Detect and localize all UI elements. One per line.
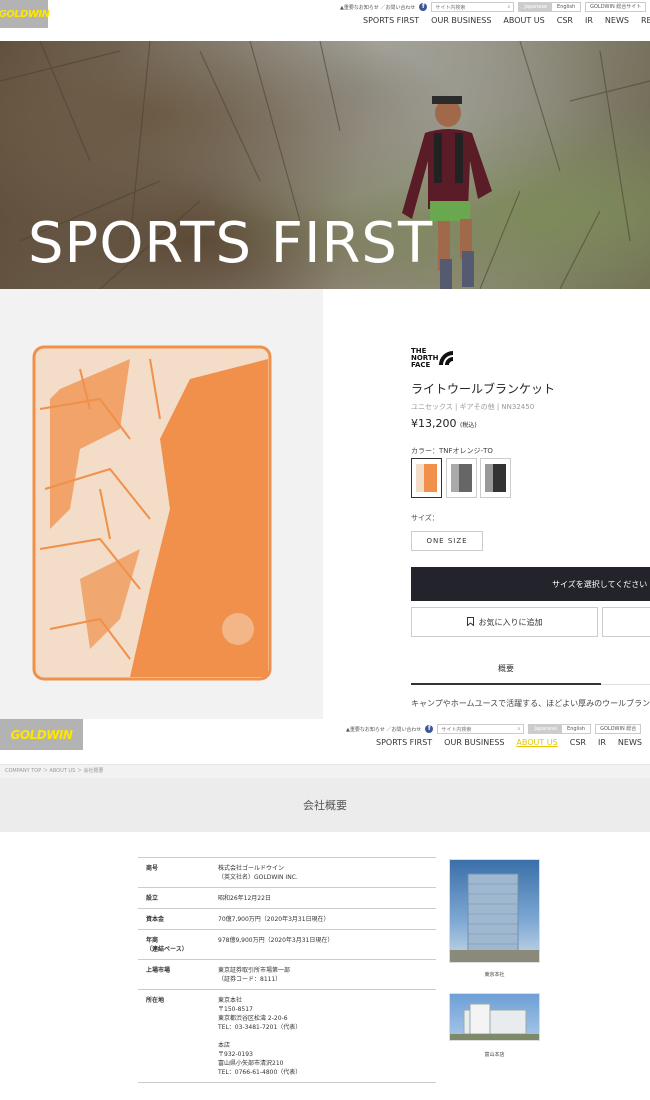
hero-banner: SPORTS FIRST [0, 41, 650, 289]
nav-about-us[interactable]: ABOUT US [503, 16, 544, 25]
favorite-label: お気に入りに追加 [478, 617, 543, 627]
goldwin-logo[interactable]: GOLDWIN [0, 0, 50, 28]
favorite-button[interactable]: お気に入りに追加 [411, 607, 598, 637]
info-value: 70億7,900万円（2020年3月31日現在） [218, 908, 436, 930]
product-meta: ユニセックス | ギアその他 | NN32450 [411, 403, 535, 411]
search-placeholder: サイト内検索 [435, 4, 466, 11]
nav2-about-us[interactable]: ABOUT US [516, 738, 557, 747]
tokyo-building-drawing [450, 873, 539, 962]
size-label: サイズ： [411, 514, 439, 522]
facebook-icon-2[interactable]: f [425, 725, 434, 733]
swatch-black-thumb [485, 464, 506, 492]
info-row: 設立 昭和26年12月22日 [138, 887, 436, 909]
search-input[interactable]: サイト内検索 ⌕ [431, 2, 515, 12]
facebook-icon[interactable]: f [419, 3, 428, 11]
info-row: 所在地 東京本社 〒150-8517 東京都渋谷区松濤 2-20-6 TEL：03… [138, 989, 436, 1083]
notice-contact-links[interactable]: ▲重要なお知らせ ／お問い合わせ [340, 4, 415, 11]
site-header: GOLDWIN ▲重要なお知らせ ／お問い合わせ f サイト内検索 ⌕ Japa… [0, 0, 650, 41]
color-label: カラー：TNFオレンジ-TO [411, 447, 493, 455]
info-key: 設立 [138, 887, 218, 909]
info-value: 昭和26年12月22日 [218, 887, 436, 909]
goldwin-logo-2[interactable]: GOLDWIN [0, 719, 83, 750]
utility-bar: ▲重要なお知らせ ／お問い合わせ f サイト内検索 ⌕ Japanese Eng… [340, 2, 647, 12]
info-row: 年商 （連結ベース） 978億9,900万円（2020年3月31日現在） [138, 929, 436, 960]
info-value: 東京本社 〒150-8517 東京都渋谷区松濤 2-20-6 TEL：03-34… [218, 989, 436, 1083]
info-value: 株式会社ゴールドウイン （英文社名）GOLDWIN INC. [218, 857, 436, 888]
lang-japanese-2[interactable]: Japanese [529, 725, 563, 733]
product-price: ¥13,200 (税込) [411, 417, 477, 430]
info-key: 資本金 [138, 908, 218, 930]
brand-line-3: FACE [411, 361, 431, 369]
tokyo-office-photo [449, 859, 540, 963]
breadcrumb[interactable]: COMPANY TOP ＞ ABOUT US ＞ 会社概要 [0, 764, 650, 778]
toyama-office-caption: 富山本店 [484, 1052, 505, 1058]
hero-title: SPORTS FIRST [28, 211, 434, 276]
toyama-office-photo [449, 993, 540, 1041]
add-to-cart-button[interactable]: サイズを選択してください [411, 567, 650, 601]
nav-our-business[interactable]: OUR BUSINESS [431, 16, 491, 25]
secondary-action-button[interactable] [602, 607, 650, 637]
tab-overview[interactable]: 概要 [411, 660, 601, 685]
nav-news[interactable]: NEWS [605, 16, 629, 25]
nav-csr[interactable]: CSR [557, 16, 573, 25]
language-switch: Japanese English [518, 2, 582, 12]
goldwin-site-link[interactable]: GOLDWIN 総合サイト [585, 2, 647, 12]
bookmark-icon [466, 616, 474, 628]
info-key: 商号 [138, 857, 218, 888]
blanket-image [32, 345, 272, 681]
product-image-panel [0, 289, 323, 719]
info-key: 所在地 [138, 989, 218, 1083]
utility-bar-2: ▲重要なお知らせ ／お問い合わせ f サイト内検索 ⌕ Japanese Eng… [346, 724, 642, 734]
nav-ir[interactable]: IR [585, 16, 593, 25]
info-row: 商号 株式会社ゴールドウイン （英文社名）GOLDWIN INC. [138, 857, 436, 888]
tnf-dome-icon [439, 351, 453, 365]
nav2-csr[interactable]: CSR [570, 738, 586, 747]
goldwin-site-link-2[interactable]: GOLDWIN 総合 [595, 724, 642, 734]
nav2-our-business[interactable]: OUR BUSINESS [444, 738, 504, 747]
language-switch-2: Japanese English [528, 724, 592, 734]
search-input-2[interactable]: サイト内検索 ⌕ [437, 724, 525, 734]
tab-divider [601, 684, 650, 685]
info-row: 上場市場 東京証券取引所市場第一部 （証券コード：8111） [138, 959, 436, 990]
color-swatch-black[interactable] [480, 458, 511, 498]
site-header-2: GOLDWIN ▲重要なお知らせ ／お問い合わせ f サイト内検索 ⌕ Japa… [0, 719, 650, 764]
page: GOLDWIN ▲重要なお知らせ ／お問い合わせ f サイト内検索 ⌕ Japa… [0, 0, 650, 1100]
lang-english-2[interactable]: English [562, 725, 591, 733]
nav-sports-first[interactable]: SPORTS FIRST [363, 16, 419, 25]
lang-english[interactable]: English [552, 3, 581, 11]
toyama-building-drawing [450, 1003, 539, 1040]
swatch-orange-thumb [416, 464, 437, 492]
info-row: 資本金 70億7,900万円（2020年3月31日現在） [138, 908, 436, 930]
page-title-band: 会社概要 [0, 778, 650, 832]
main-nav-2: SPORTS FIRST OUR BUSINESS ABOUT US CSR I… [376, 738, 650, 747]
nav2-news[interactable]: NEWS [618, 738, 642, 747]
color-swatch-gray[interactable] [446, 458, 477, 498]
info-key: 年商 （連結ベース） [138, 929, 218, 960]
search-icon[interactable]: ⌕ [508, 4, 511, 10]
product-info-panel [323, 289, 650, 719]
nav2-sports-first[interactable]: SPORTS FIRST [376, 738, 432, 747]
swatch-gray-thumb [451, 464, 472, 492]
search-icon-2[interactable]: ⌕ [518, 726, 521, 732]
color-swatch-orange[interactable] [411, 458, 442, 498]
main-nav: SPORTS FIRST OUR BUSINESS ABOUT US CSR I… [363, 16, 650, 25]
notice-contact-links-2[interactable]: ▲重要なお知らせ ／お問い合わせ [346, 726, 421, 733]
nav-recruit[interactable]: RECRUIT [641, 16, 650, 25]
tnf-logo[interactable]: THE NORTH FACE [411, 348, 439, 369]
price-value: ¥13,200 [411, 417, 457, 430]
size-option-one-size[interactable]: ONE SIZE [411, 531, 483, 551]
info-value: 978億9,900万円（2020年3月31日現在） [218, 929, 436, 960]
nav2-ir[interactable]: IR [598, 738, 606, 747]
page-title: 会社概要 [303, 799, 347, 812]
product-name: ライトウールブランケット [411, 382, 556, 396]
company-info-table: 商号 株式会社ゴールドウイン （英文社名）GOLDWIN INC. 設立 昭和26年1… [138, 857, 436, 1083]
price-tax: (税込) [460, 422, 477, 429]
info-key: 上場市場 [138, 959, 218, 990]
tokyo-office-caption: 東京本社 [484, 972, 505, 978]
search-placeholder-2: サイト内検索 [441, 726, 472, 733]
lang-japanese[interactable]: Japanese [519, 3, 553, 11]
product-description: キャンプやホームユースで活躍する、ほどよい厚みのウールブラン [411, 699, 650, 708]
info-value: 東京証券取引所市場第一部 （証券コード：8111） [218, 959, 436, 990]
